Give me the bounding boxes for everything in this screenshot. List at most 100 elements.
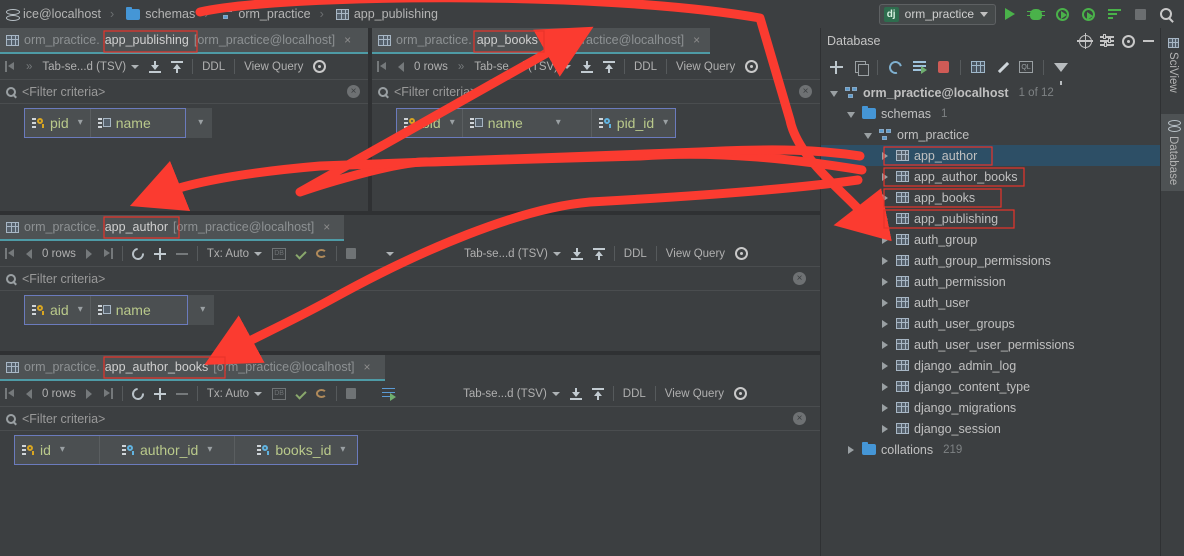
sql-preview-button[interactable]: DB	[267, 381, 291, 407]
column-name[interactable]: name	[91, 109, 185, 137]
column-pid-id[interactable]: pid_id ▾	[592, 109, 675, 137]
stop-button[interactable]	[932, 56, 954, 78]
tree-item-app-publishing[interactable]: app_publishing	[821, 208, 1160, 229]
tree-item-app-author[interactable]: app_author	[821, 145, 1160, 166]
rollback-button[interactable]	[311, 241, 332, 267]
chevron-down-icon[interactable]	[980, 11, 988, 17]
prev-row-button[interactable]	[21, 381, 37, 407]
tree-item-django-admin-log[interactable]: django_admin_log	[821, 355, 1160, 376]
export-button[interactable]	[598, 54, 620, 80]
export-button[interactable]	[588, 241, 610, 267]
export-button[interactable]	[587, 381, 609, 407]
import-button[interactable]	[565, 381, 587, 407]
next-row-button[interactable]	[81, 241, 97, 267]
breadcrumb-item-schema[interactable]: orm_practice ›	[216, 0, 331, 28]
expand-arrow-right-icon[interactable]	[878, 275, 891, 289]
sort-icon[interactable]: ▾	[450, 118, 455, 128]
tree-item-auth-group-permissions[interactable]: auth_group_permissions	[821, 250, 1160, 271]
expand-button[interactable]: »	[453, 54, 469, 80]
first-row-button[interactable]	[372, 54, 393, 80]
tab-app-books[interactable]: orm_practice. app_books [orm_practice@loc…	[372, 28, 710, 54]
output-format-selector[interactable]: Tab-se...d (TSV)	[458, 381, 565, 407]
first-row-button[interactable]	[0, 381, 21, 407]
search-icon[interactable]	[6, 273, 16, 284]
output-format-selector[interactable]: Tab-se...d (TSV)	[469, 54, 576, 80]
tab-app-publishing[interactable]: orm_practice. app_publishing [orm_practic…	[0, 28, 368, 54]
close-icon[interactable]: ×	[344, 33, 351, 47]
add-row-button[interactable]	[149, 241, 171, 267]
clear-filter-icon[interactable]: ×	[793, 272, 806, 285]
search-icon[interactable]	[378, 86, 388, 97]
tree-item-orm-practice-localhost[interactable]: orm_practice@localhost 1 of 12	[821, 82, 1160, 103]
tree-item-auth-group[interactable]: auth_group	[821, 229, 1160, 250]
tree-item-django-content-type[interactable]: django_content_type	[821, 376, 1160, 397]
tree-item-app-author-books[interactable]: app_author_books	[821, 166, 1160, 187]
clear-filter-icon[interactable]: ×	[793, 412, 806, 425]
grid-settings-button[interactable]	[740, 54, 763, 80]
sort-icon[interactable]: ▾	[78, 305, 83, 315]
add-data-source-button[interactable]	[825, 56, 847, 78]
prev-row-button[interactable]	[393, 54, 409, 80]
column-author-id[interactable]: author_id ▾	[100, 436, 236, 464]
column-name[interactable]: name	[91, 296, 187, 324]
prev-row-button[interactable]	[21, 241, 37, 267]
modify-button[interactable]	[991, 56, 1013, 78]
minimize-icon[interactable]	[1143, 40, 1154, 42]
overflow-button[interactable]	[381, 241, 399, 267]
revert-button[interactable]	[341, 381, 361, 407]
sort-icon[interactable]: ▾	[78, 118, 83, 128]
tree-item-auth-user-groups[interactable]: auth_user_groups	[821, 313, 1160, 334]
rollback-button[interactable]	[311, 381, 332, 407]
last-row-button[interactable]	[97, 381, 118, 407]
expand-arrow-right-icon[interactable]	[878, 317, 891, 331]
column-id[interactable]: id ▾	[15, 436, 100, 464]
ddl-button[interactable]: DDL	[618, 381, 651, 407]
expand-arrow-right-icon[interactable]	[878, 212, 891, 226]
expand-arrow-right-icon[interactable]	[878, 401, 891, 415]
close-icon[interactable]: ×	[364, 360, 371, 374]
filter-button[interactable]	[1050, 56, 1072, 85]
breadcrumb-item-datasource[interactable]: ice@localhost ›	[2, 0, 122, 28]
run-configuration-selector[interactable]: dj orm_practice	[878, 3, 996, 25]
clear-filter-icon[interactable]: ×	[347, 85, 360, 98]
expand-arrow-right-icon[interactable]	[878, 149, 891, 163]
column-name[interactable]: name ▾	[463, 109, 592, 137]
splitter-horizontal-2[interactable]	[0, 351, 820, 355]
column-books-id[interactable]: books_id ▾	[235, 436, 357, 464]
next-row-button[interactable]	[81, 381, 97, 407]
column-extra[interactable]: ▾	[185, 108, 212, 138]
tree-item-app-books[interactable]: app_books	[821, 187, 1160, 208]
tree-item-collations[interactable]: collations 219	[821, 439, 1160, 460]
close-icon[interactable]: ×	[693, 33, 700, 47]
expand-arrow-down-icon[interactable]	[861, 128, 874, 142]
diagram-button[interactable]	[377, 381, 400, 407]
add-row-button[interactable]	[149, 381, 171, 407]
stop-button[interactable]	[1128, 2, 1152, 26]
search-icon[interactable]	[6, 86, 16, 97]
grid-settings-button[interactable]	[308, 54, 331, 80]
ddl-button[interactable]: DDL	[629, 54, 662, 80]
splitter-horizontal-1[interactable]	[0, 211, 820, 215]
column-aid[interactable]: aid ▾	[25, 296, 91, 324]
locate-icon[interactable]	[1077, 32, 1093, 49]
close-icon[interactable]: ×	[323, 220, 330, 234]
tab-app-author-books[interactable]: orm_practice. app_author_books [orm_pract…	[0, 355, 385, 381]
grid-settings-button[interactable]	[730, 241, 753, 267]
view-query-button[interactable]: View Query	[661, 241, 730, 267]
run-script-button[interactable]	[908, 56, 930, 78]
tab-app-author[interactable]: orm_practice. app_author [orm_practice@lo…	[0, 215, 344, 241]
expand-arrow-down-icon[interactable]	[844, 107, 857, 121]
transaction-mode-selector[interactable]: Tx: Auto	[202, 241, 267, 267]
sort-icon[interactable]: ▾	[556, 118, 561, 128]
gear-icon[interactable]	[1122, 34, 1135, 48]
import-button[interactable]	[576, 54, 598, 80]
expand-arrow-right-icon[interactable]	[878, 170, 891, 184]
column-pid[interactable]: pid ▾	[25, 109, 91, 137]
breadcrumb-item-schemas[interactable]: schemas ›	[122, 0, 216, 28]
filter-input[interactable]: <Filter criteria>	[22, 412, 105, 426]
tree-item-auth-user-user-permissions[interactable]: auth_user_user_permissions	[821, 334, 1160, 355]
debug-button[interactable]	[1024, 2, 1048, 26]
tree-item-schemas[interactable]: schemas 1	[821, 103, 1160, 124]
column-extra[interactable]: ▾	[187, 295, 214, 325]
tree-item-auth-user[interactable]: auth_user	[821, 292, 1160, 313]
